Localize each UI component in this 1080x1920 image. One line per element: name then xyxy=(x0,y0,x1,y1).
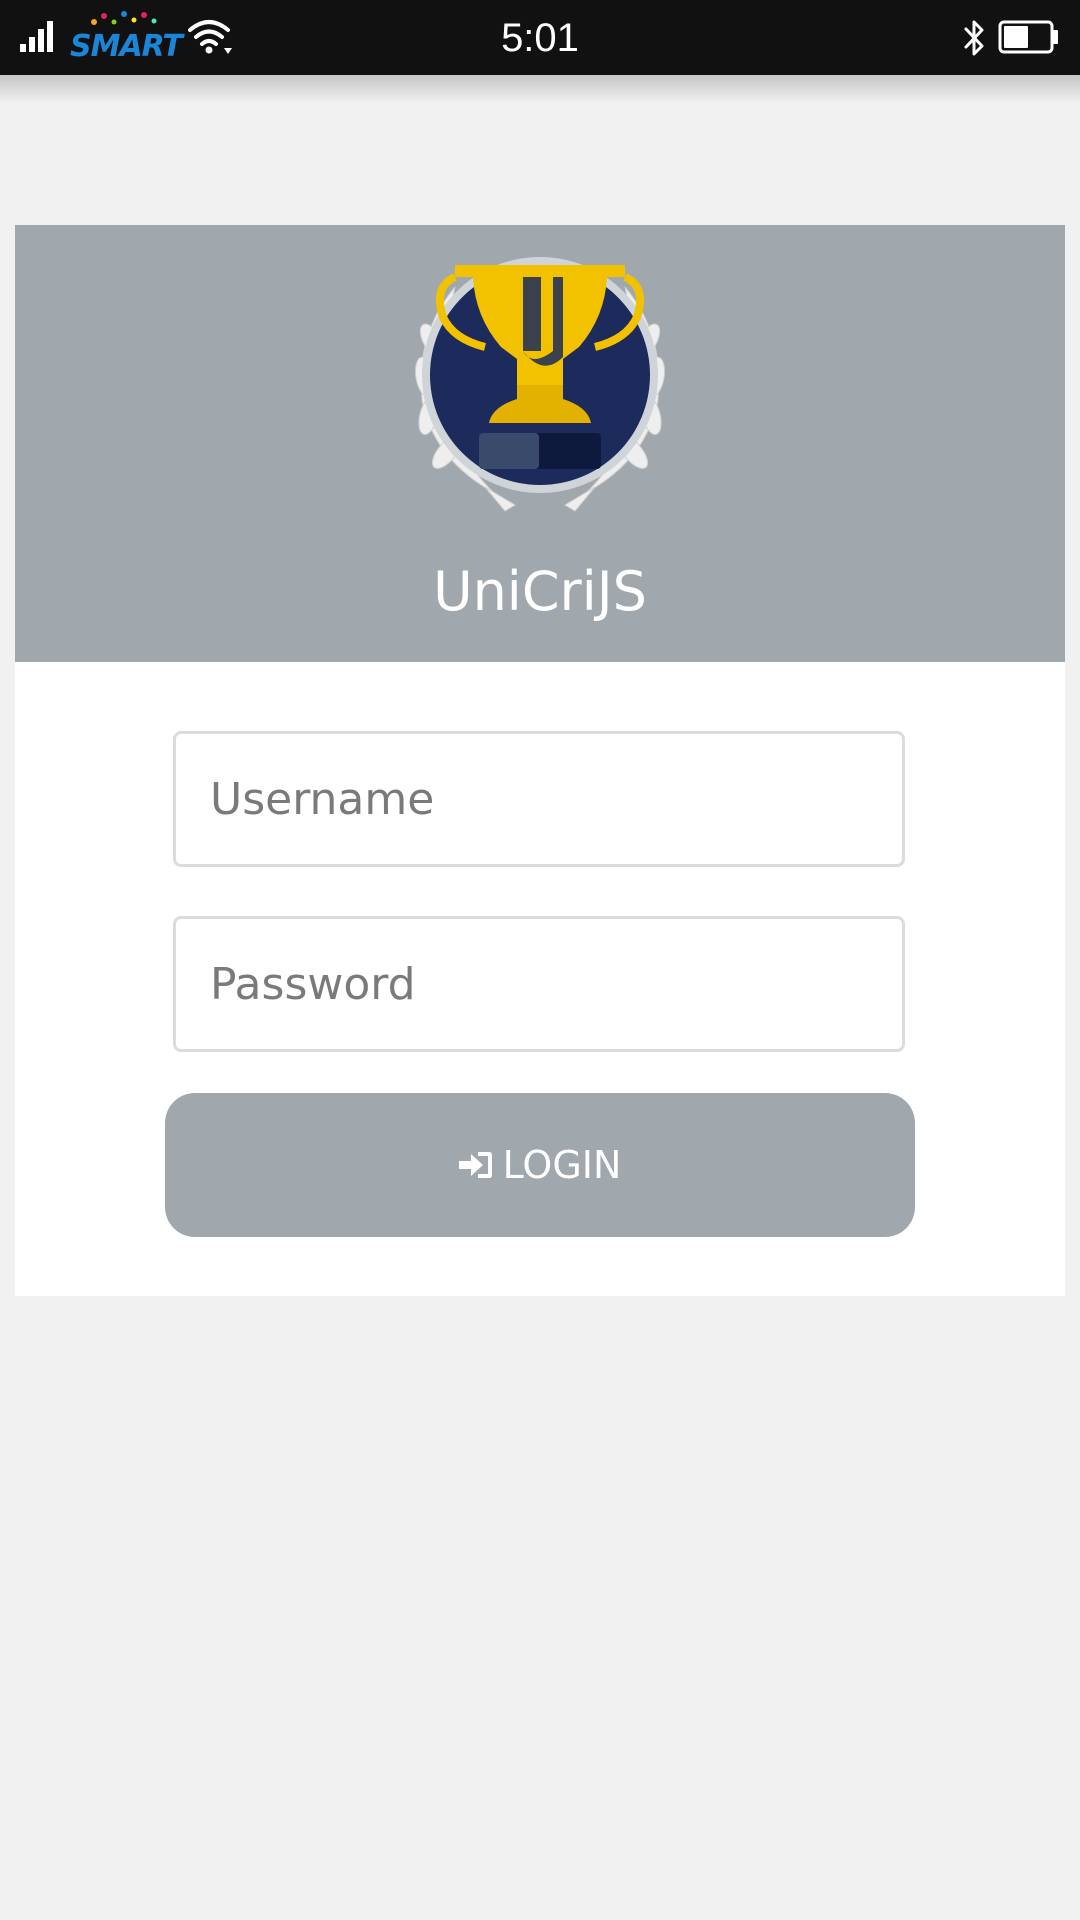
trophy-laurel-logo xyxy=(414,257,666,512)
login-button[interactable]: LOGIN xyxy=(165,1093,915,1237)
status-bar: SMART 5:01 xyxy=(0,0,1080,103)
bluetooth-icon xyxy=(964,20,984,56)
username-field[interactable] xyxy=(173,731,905,867)
card-header: UniCriJS xyxy=(15,225,1065,662)
sign-in-icon xyxy=(458,1152,492,1178)
status-time: 5:01 xyxy=(501,16,579,60)
password-field[interactable] xyxy=(173,916,905,1052)
login-button-label: LOGIN xyxy=(502,1143,622,1187)
app-title: UniCriJS xyxy=(433,560,647,623)
login-card: UniCriJS LOGIN xyxy=(15,225,1065,1296)
battery-icon xyxy=(998,20,1058,54)
